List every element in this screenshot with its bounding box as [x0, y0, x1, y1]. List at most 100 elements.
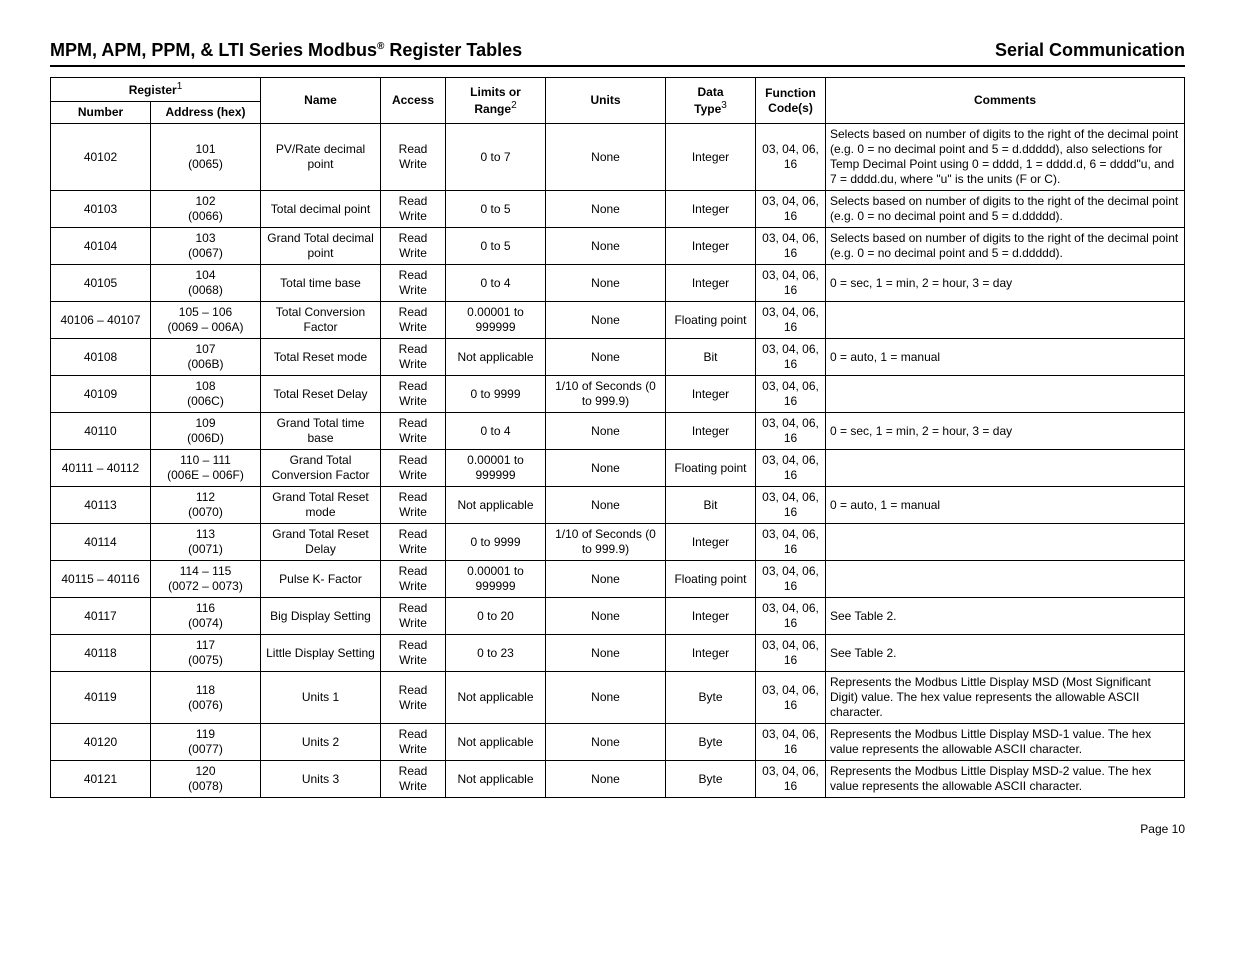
- cell-limits: 0 to 4: [446, 265, 546, 302]
- cell-name: Grand Total time base: [261, 413, 381, 450]
- cell-number: 40108: [51, 339, 151, 376]
- cell-limits: Not applicable: [446, 339, 546, 376]
- cell-datatype: Integer: [666, 598, 756, 635]
- cell-number: 40118: [51, 635, 151, 672]
- cell-fcode: 03, 04, 06, 16: [756, 191, 826, 228]
- table-row: 40119118(0076)Units 1Read WriteNot appli…: [51, 672, 1185, 724]
- cell-fcode: 03, 04, 06, 16: [756, 450, 826, 487]
- cell-limits: 0.00001 to 999999: [446, 450, 546, 487]
- table-row: 40108107(006B)Total Reset modeRead Write…: [51, 339, 1185, 376]
- cell-name: Units 1: [261, 672, 381, 724]
- cell-address: 104(0068): [151, 265, 261, 302]
- table-row: 40109108(006C)Total Reset DelayRead Writ…: [51, 376, 1185, 413]
- cell-name: Total decimal point: [261, 191, 381, 228]
- cell-units: None: [546, 761, 666, 798]
- cell-units: None: [546, 228, 666, 265]
- cell-number: 40111 – 40112: [51, 450, 151, 487]
- table-row: 40115 – 40116114 – 115(0072 – 0073)Pulse…: [51, 561, 1185, 598]
- page-footer: Page 10: [50, 822, 1185, 836]
- cell-fcode: 03, 04, 06, 16: [756, 228, 826, 265]
- cell-datatype: Byte: [666, 672, 756, 724]
- cell-datatype: Integer: [666, 376, 756, 413]
- cell-units: None: [546, 124, 666, 191]
- cell-comments: [826, 561, 1185, 598]
- cell-name: Total Reset Delay: [261, 376, 381, 413]
- cell-datatype: Integer: [666, 124, 756, 191]
- cell-name: Big Display Setting: [261, 598, 381, 635]
- cell-name: PV/Rate decimal point: [261, 124, 381, 191]
- page-header: MPM, APM, PPM, & LTI Series Modbus® Regi…: [50, 40, 1185, 67]
- cell-comments: See Table 2.: [826, 598, 1185, 635]
- cell-comments: 0 = sec, 1 = min, 2 = hour, 3 = day: [826, 413, 1185, 450]
- cell-comments: Represents the Modbus Little Display MSD…: [826, 672, 1185, 724]
- cell-fcode: 03, 04, 06, 16: [756, 376, 826, 413]
- cell-address: 118(0076): [151, 672, 261, 724]
- cell-number: 40103: [51, 191, 151, 228]
- table-row: 40104103(0067)Grand Total decimal pointR…: [51, 228, 1185, 265]
- cell-access: Read Write: [381, 524, 446, 561]
- table-header: Register1 Name Access Limits or Range2 U…: [51, 78, 1185, 124]
- cell-access: Read Write: [381, 339, 446, 376]
- cell-fcode: 03, 04, 06, 16: [756, 265, 826, 302]
- cell-access: Read Write: [381, 265, 446, 302]
- cell-number: 40104: [51, 228, 151, 265]
- cell-comments: [826, 376, 1185, 413]
- cell-address: 120(0078): [151, 761, 261, 798]
- col-dtype: Data Type3: [666, 78, 756, 124]
- cell-address: 107(006B): [151, 339, 261, 376]
- cell-address: 105 – 106(0069 – 006A): [151, 302, 261, 339]
- col-number: Number: [51, 102, 151, 124]
- table-row: 40110109(006D)Grand Total time baseRead …: [51, 413, 1185, 450]
- cell-limits: 0 to 23: [446, 635, 546, 672]
- cell-datatype: Bit: [666, 339, 756, 376]
- cell-datatype: Integer: [666, 228, 756, 265]
- cell-comments: 0 = auto, 1 = manual: [826, 487, 1185, 524]
- cell-limits: 0 to 20: [446, 598, 546, 635]
- cell-address: 112(0070): [151, 487, 261, 524]
- table-body: 40102101(0065)PV/Rate decimal pointRead …: [51, 124, 1185, 798]
- cell-access: Read Write: [381, 561, 446, 598]
- title-suffix: Register Tables: [384, 40, 522, 60]
- cell-access: Read Write: [381, 761, 446, 798]
- table-row: 40111 – 40112110 – 111(006E – 006F)Grand…: [51, 450, 1185, 487]
- cell-address: 109(006D): [151, 413, 261, 450]
- cell-limits: 0 to 7: [446, 124, 546, 191]
- cell-number: 40106 – 40107: [51, 302, 151, 339]
- cell-comments: Selects based on number of digits to the…: [826, 191, 1185, 228]
- cell-access: Read Write: [381, 302, 446, 339]
- cell-datatype: Byte: [666, 724, 756, 761]
- table-row: 40103102(0066)Total decimal pointRead Wr…: [51, 191, 1185, 228]
- cell-address: 114 – 115(0072 – 0073): [151, 561, 261, 598]
- cell-name: Units 2: [261, 724, 381, 761]
- cell-limits: 0 to 4: [446, 413, 546, 450]
- cell-comments: [826, 524, 1185, 561]
- cell-number: 40121: [51, 761, 151, 798]
- cell-limits: Not applicable: [446, 672, 546, 724]
- cell-comments: Represents the Modbus Little Display MSD…: [826, 724, 1185, 761]
- cell-address: 108(006C): [151, 376, 261, 413]
- cell-fcode: 03, 04, 06, 16: [756, 724, 826, 761]
- register-table: Register1 Name Access Limits or Range2 U…: [50, 77, 1185, 798]
- cell-datatype: Byte: [666, 761, 756, 798]
- cell-fcode: 03, 04, 06, 16: [756, 524, 826, 561]
- cell-units: None: [546, 339, 666, 376]
- cell-number: 40105: [51, 265, 151, 302]
- cell-datatype: Bit: [666, 487, 756, 524]
- table-row: 40120119(0077)Units 2Read WriteNot appli…: [51, 724, 1185, 761]
- cell-access: Read Write: [381, 598, 446, 635]
- cell-name: Grand Total decimal point: [261, 228, 381, 265]
- cell-units: None: [546, 635, 666, 672]
- header-right: Serial Communication: [995, 40, 1185, 61]
- cell-datatype: Integer: [666, 635, 756, 672]
- cell-comments: 0 = auto, 1 = manual: [826, 339, 1185, 376]
- cell-comments: Selects based on number of digits to the…: [826, 228, 1185, 265]
- cell-name: Grand Total Reset Delay: [261, 524, 381, 561]
- cell-comments: [826, 450, 1185, 487]
- cell-fcode: 03, 04, 06, 16: [756, 302, 826, 339]
- cell-access: Read Write: [381, 450, 446, 487]
- cell-units: 1/10 of Seconds (0 to 999.9): [546, 376, 666, 413]
- cell-access: Read Write: [381, 376, 446, 413]
- cell-fcode: 03, 04, 06, 16: [756, 487, 826, 524]
- page-number: Page 10: [1140, 822, 1185, 836]
- cell-address: 102(0066): [151, 191, 261, 228]
